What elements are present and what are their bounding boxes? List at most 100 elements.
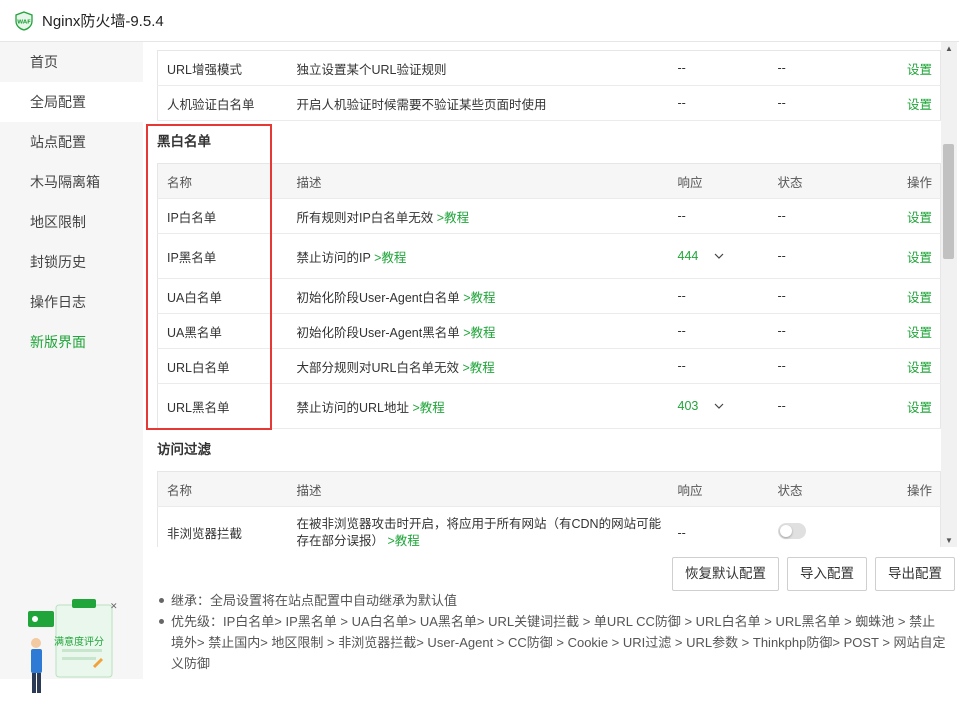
row-status: -- — [768, 85, 889, 121]
sidebar-item-trojan-quarantine[interactable]: 木马隔离箱 — [0, 162, 143, 202]
tutorial-link[interactable]: >教程 — [374, 251, 406, 265]
row-desc: 禁止访问的URL地址 >教程 — [287, 383, 669, 429]
waf-shield-icon: WAF — [15, 10, 33, 31]
col-resp-header: 响应 — [668, 163, 769, 199]
scroll-up-icon[interactable]: ▲ — [945, 44, 953, 53]
settings-link[interactable]: 设置 — [888, 85, 941, 121]
row-status: -- — [768, 313, 889, 349]
response-code-select[interactable]: 403 — [678, 399, 725, 413]
settings-link[interactable]: 设置 — [888, 383, 941, 429]
row-desc: 开启人机验证时候需要不验证某些页面时使用 — [287, 85, 669, 121]
settings-link[interactable]: 设置 — [888, 313, 941, 349]
settings-link[interactable]: 设置 — [888, 233, 941, 279]
row-name: 人机验证白名单 — [157, 85, 288, 121]
table-row: UA白名单 初始化阶段User-Agent白名单 >教程 -- -- 设置 — [157, 278, 941, 314]
table-row: 人机验证白名单 开启人机验证时候需要不验证某些页面时使用 -- -- 设置 — [157, 85, 941, 121]
chevron-down-icon — [714, 253, 724, 259]
row-resp: -- — [668, 313, 769, 349]
sidebar-item-operation-log[interactable]: 操作日志 — [0, 282, 143, 322]
row-desc: 大部分规则对URL白名单无效 >教程 — [287, 348, 669, 384]
config-scroll-area[interactable]: URL增强模式 独立设置某个URL验证规则 -- -- 设置 人机验证白名单 开… — [143, 42, 941, 547]
row-desc: 初始化阶段User-Agent白名单 >教程 — [287, 278, 669, 314]
table-row: IP黑名单 禁止访问的IP >教程 444 -- 设置 — [157, 233, 941, 279]
row-desc: 禁止访问的IP >教程 — [287, 233, 669, 279]
settings-link[interactable]: 设置 — [888, 348, 941, 384]
sidebar-item-block-history[interactable]: 封锁历史 — [0, 242, 143, 282]
import-config-button[interactable]: 导入配置 — [787, 557, 867, 591]
tutorial-link[interactable]: >教程 — [413, 401, 445, 415]
col-status-header: 状态 — [768, 471, 889, 507]
col-name-header: 名称 — [157, 163, 288, 199]
svg-text:✕: ✕ — [110, 602, 118, 612]
sidebar: 首页 全局配置 站点配置 木马隔离箱 地区限制 封锁历史 操作日志 新版界面 ✕… — [0, 42, 143, 693]
tutorial-link[interactable]: >教程 — [463, 326, 495, 340]
col-resp-header: 响应 — [668, 471, 769, 507]
row-status: -- — [768, 278, 889, 314]
row-resp: -- — [668, 278, 769, 314]
table-row: URL白名单 大部分规则对URL白名单无效 >教程 -- -- 设置 — [157, 348, 941, 384]
table-row: UA黑名单 初始化阶段User-Agent黑名单 >教程 -- -- 设置 — [157, 313, 941, 349]
app-title: Nginx防火墙-9.5.4 — [42, 13, 164, 30]
table-row: URL黑名单 禁止访问的URL地址 >教程 403 -- 设置 — [157, 383, 941, 429]
tutorial-link[interactable]: >教程 — [388, 534, 420, 548]
access-filter-section-title: 访问过滤 — [157, 442, 211, 457]
sidebar-item-global-config[interactable]: 全局配置 — [0, 82, 143, 122]
table-row: 非浏览器拦截 在被非浏览器攻击时开启，将应用于所有网站（有CDN的网站可能存在部… — [157, 506, 941, 548]
row-name: IP黑名单 — [157, 233, 288, 279]
row-status: -- — [768, 348, 889, 384]
row-name: URL白名单 — [157, 348, 288, 384]
priority-note: 优先级：IP白名单> IP黑名单 > UA白名单> UA黑名单> URL关键词拦… — [157, 611, 947, 674]
sidebar-item-site-config[interactable]: 站点配置 — [0, 122, 143, 162]
row-name: UA黑名单 — [157, 313, 288, 349]
row-resp: 403 — [668, 383, 769, 429]
tutorial-link[interactable]: >教程 — [463, 361, 495, 375]
scroll-down-icon[interactable]: ▼ — [945, 536, 953, 545]
row-desc: 独立设置某个URL验证规则 — [287, 50, 669, 86]
rating-label: 满意度评分 — [54, 637, 104, 648]
export-config-button[interactable]: 导出配置 — [875, 557, 955, 591]
tutorial-link[interactable]: >教程 — [463, 291, 495, 305]
row-resp: -- — [668, 85, 769, 121]
table-header: 名称 描述 响应 状态 操作 — [157, 471, 941, 507]
response-code-select[interactable]: 444 — [678, 249, 725, 263]
row-resp: -- — [668, 50, 769, 86]
status-toggle[interactable] — [777, 523, 806, 539]
settings-link[interactable]: 设置 — [888, 198, 941, 234]
col-desc-header: 描述 — [287, 471, 669, 507]
sidebar-item-home[interactable]: 首页 — [0, 42, 143, 82]
title-bar: WAF Nginx防火墙-9.5.4 — [0, 0, 959, 42]
top-config-table: URL增强模式 独立设置某个URL验证规则 -- -- 设置 人机验证白名单 开… — [157, 50, 941, 121]
row-desc: 所有规则对IP白名单无效 >教程 — [287, 198, 669, 234]
sidebar-item-region-limit[interactable]: 地区限制 — [0, 202, 143, 242]
notes-list: 继承：全局设置将在站点配置中自动继承为默认值 优先级：IP白名单> IP黑名单 … — [157, 590, 947, 674]
col-status-header: 状态 — [768, 163, 889, 199]
col-op-header: 操作 — [888, 163, 941, 199]
scrollbar-thumb[interactable] — [943, 144, 954, 259]
rating-illustration-icon: ✕ — [28, 599, 118, 693]
row-resp: -- — [668, 348, 769, 384]
sidebar-item-new-ui[interactable]: 新版界面 — [0, 322, 143, 362]
row-name: 非浏览器拦截 — [157, 506, 288, 547]
config-button-row: 恢复默认配置 导入配置 导出配置 — [672, 557, 955, 591]
blackwhite-section-title: 黑白名单 — [157, 134, 211, 149]
scrollbar[interactable]: ▲ ▼ — [941, 42, 957, 547]
row-status: -- — [768, 383, 889, 429]
row-desc: 在被非浏览器攻击时开启，将应用于所有网站（有CDN的网站可能存在部分误报） >教… — [287, 506, 669, 548]
restore-default-button[interactable]: 恢复默认配置 — [672, 557, 779, 591]
access-filter-table: 名称 描述 响应 状态 操作 非浏览器拦截 在被非浏览器攻击时开启，将应用于所有… — [157, 471, 941, 547]
col-op-header: 操作 — [888, 471, 941, 507]
row-resp: 444 — [668, 233, 769, 279]
settings-link[interactable]: 设置 — [888, 50, 941, 86]
settings-link[interactable]: 设置 — [888, 278, 941, 314]
row-name: IP白名单 — [157, 198, 288, 234]
rating-widget[interactable]: ✕ 满意度评分 — [22, 597, 120, 707]
col-desc-header: 描述 — [287, 163, 669, 199]
blackwhite-table: 名称 描述 响应 状态 操作 IP白名单 所有规则对IP白名单无效 >教程 --… — [157, 163, 941, 429]
table-header: 名称 描述 响应 状态 操作 — [157, 163, 941, 199]
row-name: URL增强模式 — [157, 50, 288, 86]
tutorial-link[interactable]: >教程 — [437, 211, 469, 225]
table-row: URL增强模式 独立设置某个URL验证规则 -- -- 设置 — [157, 50, 941, 86]
row-resp: -- — [668, 506, 769, 547]
table-row: IP白名单 所有规则对IP白名单无效 >教程 -- -- 设置 — [157, 198, 941, 234]
row-desc: 初始化阶段User-Agent黑名单 >教程 — [287, 313, 669, 349]
